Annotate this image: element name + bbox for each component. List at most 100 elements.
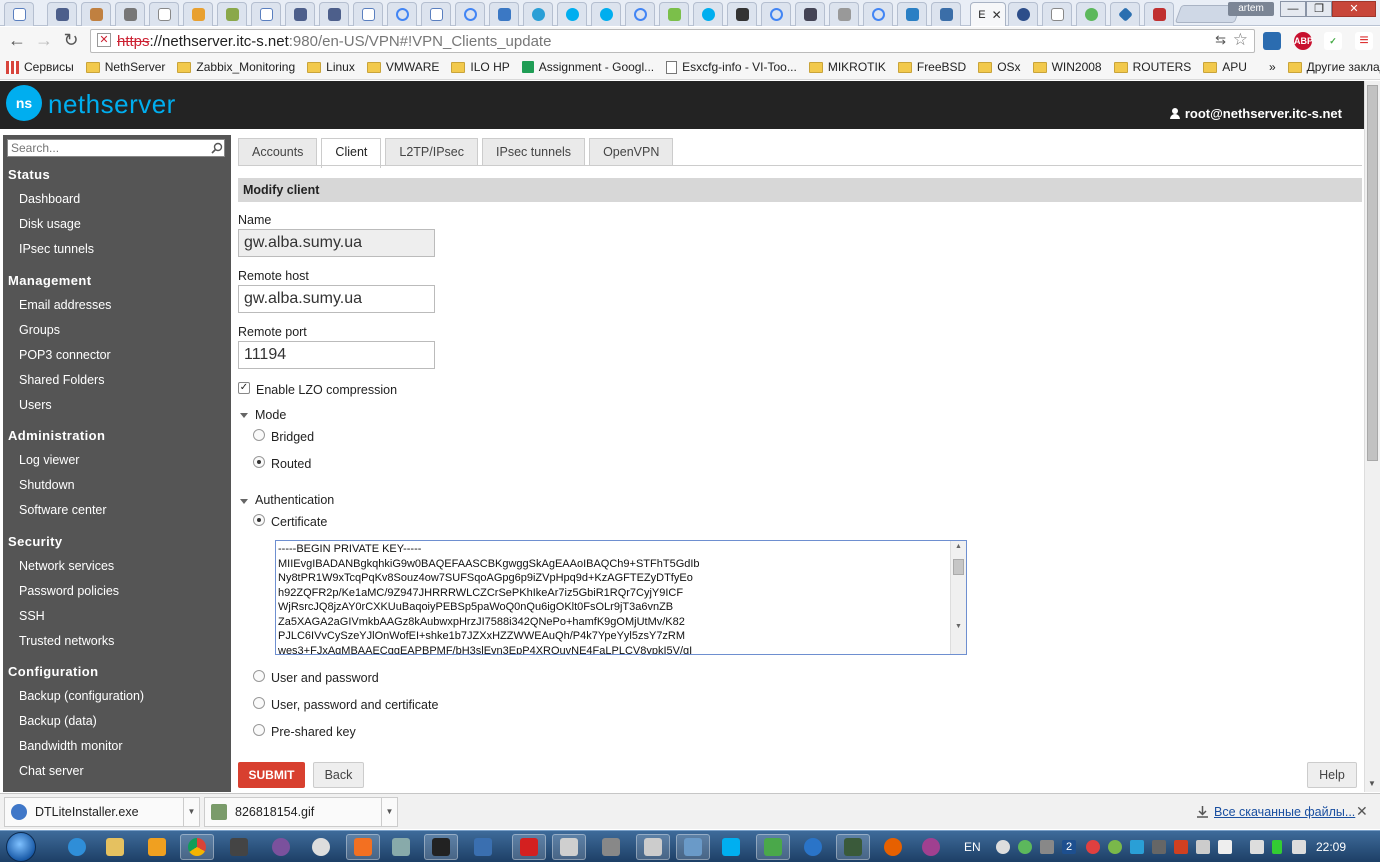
sidebar-item[interactable]: Backup (data) (19, 714, 97, 728)
taskbar-app[interactable] (346, 834, 380, 860)
bookmark-item[interactable]: FreeBSD (897, 60, 966, 74)
textarea-scroll-thumb[interactable] (953, 559, 964, 575)
extension-window-icon[interactable] (1263, 32, 1281, 50)
taskbar-app[interactable] (264, 834, 298, 860)
bookmark-item[interactable]: Assignment - Googl... (521, 60, 654, 74)
tab-ipsec-tunnels[interactable]: IPsec tunnels (482, 138, 586, 166)
bookmark-item[interactable]: Linux (307, 60, 355, 74)
download-item[interactable]: DTLiteInstaller.exe ▼ (4, 797, 200, 827)
tab-l2tp-ipsec[interactable]: L2TP/IPsec (385, 138, 479, 166)
name-field[interactable]: gw.alba.sumy.ua (238, 229, 435, 257)
scroll-down-icon[interactable]: ▼ (955, 623, 962, 630)
back-arrow-icon[interactable]: ← (6, 31, 28, 51)
bookmark-star-icon[interactable]: ☆ (1233, 30, 1248, 50)
tab-openvpn[interactable]: OpenVPN (589, 138, 674, 166)
chevron-down-icon[interactable]: ▼ (183, 798, 199, 826)
browser-tab[interactable] (149, 2, 179, 26)
scroll-up-icon[interactable]: ▲ (955, 543, 962, 550)
sidebar-item[interactable]: Shutdown (19, 478, 75, 492)
bookmark-item[interactable]: OSx (978, 60, 1021, 74)
taskbar-app[interactable] (304, 834, 338, 860)
insecure-lock-icon[interactable]: ✕ (97, 33, 111, 47)
search-icon[interactable] (211, 142, 223, 154)
tray-icon[interactable] (1130, 840, 1144, 854)
download-item[interactable]: 826818154.gif ▼ (204, 797, 398, 827)
browser-tab[interactable] (183, 2, 213, 26)
taskbar-app[interactable] (676, 834, 710, 860)
taskbar-app[interactable] (424, 834, 458, 860)
browser-tab[interactable] (217, 2, 247, 26)
auth-collapse-icon[interactable] (240, 499, 248, 504)
browser-tab[interactable] (1008, 2, 1038, 26)
scroll-down-icon[interactable]: ▼ (1368, 779, 1376, 788)
taskbar-app[interactable] (796, 834, 830, 860)
browser-tab-active[interactable]: E ✕ (970, 2, 1006, 26)
sidebar-item[interactable]: Email addresses (19, 298, 111, 312)
browser-tab[interactable] (455, 2, 485, 26)
taskbar-app[interactable] (466, 834, 500, 860)
sidebar-item[interactable]: Disk usage (19, 217, 81, 231)
browser-tab[interactable] (1144, 2, 1174, 26)
translate-icon[interactable]: ⇆ (1215, 32, 1226, 48)
tray-icon[interactable] (1196, 840, 1210, 854)
tab-close-icon[interactable]: ✕ (992, 8, 1002, 22)
taskbar-app[interactable] (594, 834, 628, 860)
remote-port-field[interactable]: 11194 (238, 341, 435, 369)
taskbar-app[interactable] (756, 834, 790, 860)
browser-tab[interactable] (489, 2, 519, 26)
browser-tab[interactable] (591, 2, 621, 26)
bookmark-item[interactable]: VMWARE (366, 60, 439, 74)
auth-certificate-radio[interactable] (253, 514, 265, 526)
taskbar-app[interactable] (512, 834, 546, 860)
submit-button[interactable]: SUBMIT (238, 762, 305, 788)
taskbar-app[interactable] (914, 834, 948, 860)
browser-tab[interactable] (387, 2, 417, 26)
forward-arrow-icon[interactable]: → (33, 31, 55, 51)
browser-tab[interactable] (421, 2, 451, 26)
battery-icon[interactable] (1272, 840, 1282, 854)
browser-tab[interactable] (1076, 2, 1106, 26)
tray-icon[interactable] (1152, 840, 1166, 854)
mode-collapse-icon[interactable] (240, 413, 248, 418)
sidebar-item[interactable]: Backup (configuration) (19, 689, 144, 703)
browser-tab[interactable] (353, 2, 383, 26)
sidebar-section-title[interactable]: Status (8, 167, 50, 182)
maximize-button[interactable]: ❐ (1306, 1, 1332, 17)
sidebar-item[interactable]: Shared Folders (19, 373, 104, 387)
sidebar-item[interactable]: SSH (19, 609, 45, 623)
textarea-scrollbar[interactable]: ▲ ▼ (950, 541, 966, 654)
browser-tab[interactable] (319, 2, 349, 26)
help-button[interactable]: Help (1307, 762, 1357, 788)
certificate-textarea[interactable]: -----BEGIN PRIVATE KEY----- MIIEvgIBADAN… (275, 540, 967, 655)
tray-icon[interactable] (1018, 840, 1032, 854)
sidebar-section-title[interactable]: Management (8, 273, 91, 288)
bookmark-item[interactable]: NethServer (85, 60, 165, 74)
sidebar-item[interactable]: IPsec tunnels (19, 242, 94, 256)
user-menu[interactable]: root@nethserver.itc-s.net (1169, 106, 1342, 121)
bookmark-item[interactable]: APU (1203, 60, 1247, 74)
browser-tab[interactable] (897, 2, 927, 26)
browser-tab[interactable] (1042, 2, 1072, 26)
browser-tab[interactable] (4, 2, 34, 26)
address-bar[interactable]: ✕ https://nethserver.itc-s.net:980/en-US… (90, 29, 1255, 53)
browser-tab[interactable] (251, 2, 281, 26)
sidebar-section-title[interactable]: Security (8, 534, 63, 549)
reload-icon[interactable]: ↻ (60, 31, 82, 51)
bookmarks-overflow-button[interactable]: » (1269, 60, 1276, 74)
browser-tab[interactable] (863, 2, 893, 26)
auth-psk-radio[interactable] (253, 724, 265, 736)
close-window-button[interactable]: ✕ (1332, 1, 1376, 17)
remote-host-field[interactable]: gw.alba.sumy.ua (238, 285, 435, 313)
sidebar-item[interactable]: Network services (19, 559, 114, 573)
bookmark-item[interactable]: MIKROTIK (808, 60, 886, 74)
browser-tab[interactable] (285, 2, 315, 26)
clock[interactable]: 22:09 (1316, 840, 1346, 854)
sidebar-item[interactable]: Chat server (19, 764, 84, 778)
sidebar-item[interactable]: POP3 connector (19, 348, 111, 362)
tab-accounts[interactable]: Accounts (238, 138, 318, 166)
close-downloads-icon[interactable]: ✕ (1356, 803, 1368, 820)
browser-tab[interactable] (47, 2, 77, 26)
sidebar-item[interactable]: Dashboard (19, 192, 80, 206)
browser-tab[interactable] (115, 2, 145, 26)
menu-icon[interactable]: ≡ (1355, 32, 1373, 50)
